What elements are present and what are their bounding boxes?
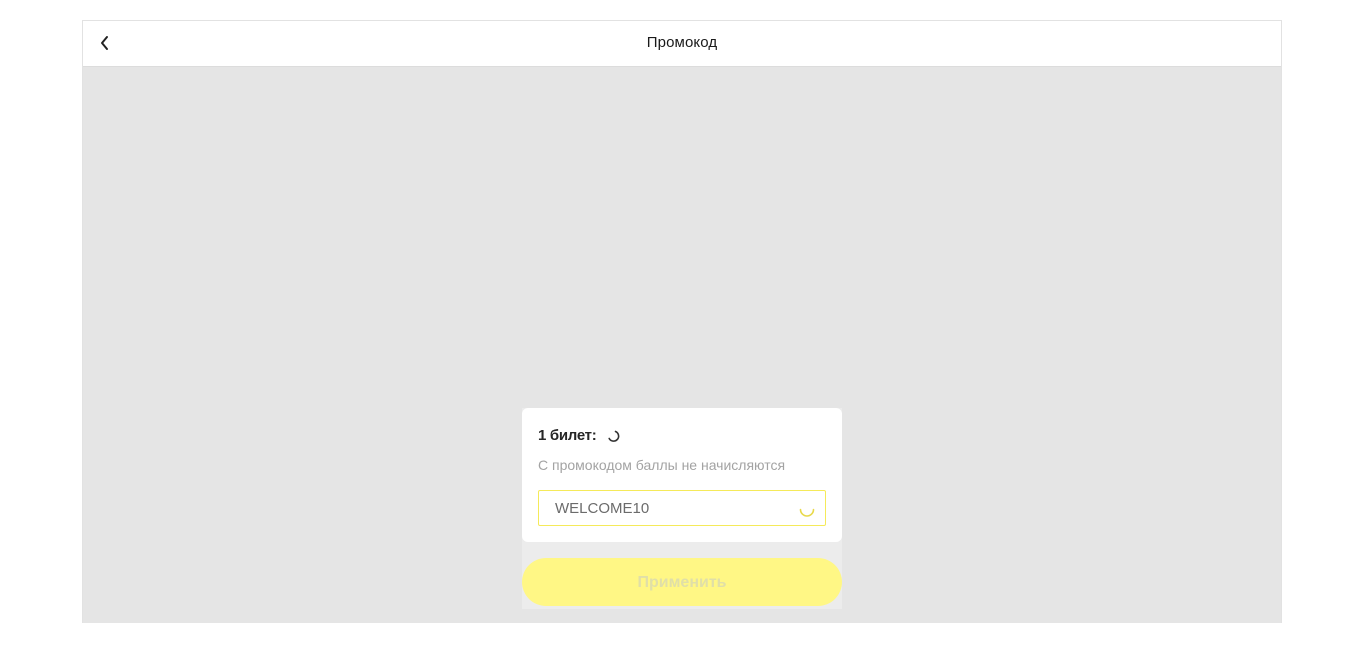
promo-code-input[interactable] xyxy=(539,491,795,525)
app-frame: Промокод 1 билет: С промокодом баллы не … xyxy=(82,20,1282,623)
loading-spinner-icon xyxy=(799,508,815,517)
points-note: С промокодом баллы не начисляются xyxy=(538,457,786,473)
loading-spinner-icon xyxy=(608,430,620,442)
promo-panel: 1 билет: С промокодом баллы не начисляют… xyxy=(522,408,842,609)
top-bar: Промокод xyxy=(83,21,1281,67)
promo-code-field[interactable] xyxy=(538,490,826,526)
ticket-label: 1 билет: xyxy=(538,427,597,444)
apply-button[interactable]: Применить xyxy=(522,558,842,606)
ticket-price-row: 1 билет: xyxy=(538,427,622,444)
page-title: Промокод xyxy=(646,34,718,51)
promo-card: 1 билет: С промокодом баллы не начисляют… xyxy=(522,408,842,542)
main-content: 1 билет: С промокодом баллы не начисляют… xyxy=(83,67,1281,623)
